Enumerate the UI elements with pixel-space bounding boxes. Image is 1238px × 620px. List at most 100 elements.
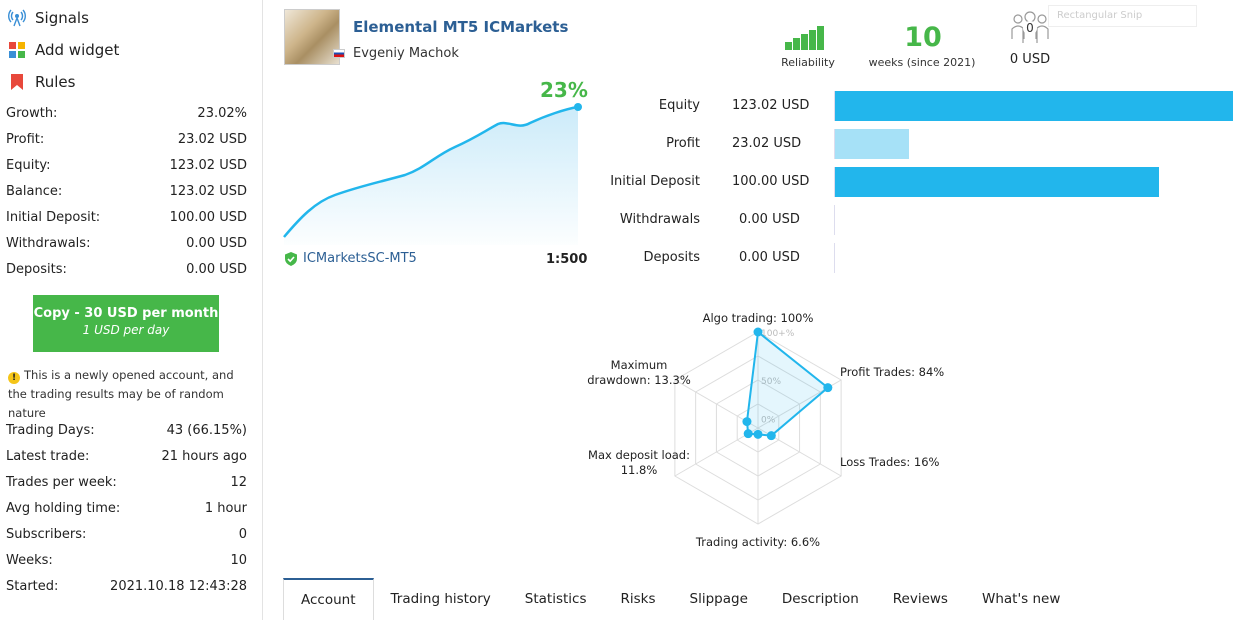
balance-bar-axis — [834, 205, 835, 235]
account-stat-label: Growth: — [6, 106, 58, 121]
copy-button-daily-price: 1 USD per day — [82, 323, 170, 337]
trading-detail-label: Trading Days: — [6, 423, 95, 438]
trading-detail-value: 0 — [238, 527, 247, 542]
account-stat-label: Profit: — [6, 132, 45, 147]
growth-percent: 23% — [540, 78, 588, 102]
weeks-value: 10 — [904, 22, 942, 53]
account-stat-row: Equity: 123.02 USD — [6, 158, 247, 173]
trading-detail-label: Latest trade: — [6, 449, 90, 464]
broker-server[interactable]: ICMarketsSC-MT5 — [284, 251, 417, 266]
account-stat-value: 23.02 USD — [177, 132, 247, 147]
reliability-label: Reliability — [781, 56, 835, 69]
tab-statistics[interactable]: Statistics — [508, 578, 604, 620]
weeks-label: weeks (since 2021) — [868, 56, 976, 69]
radar-data-point — [742, 417, 752, 427]
trading-detail-value: 12 — [230, 475, 247, 490]
widget-grid-icon — [6, 40, 28, 60]
reliability-bars-icon — [785, 26, 833, 50]
balance-bar-label: Deposits — [643, 250, 700, 265]
radar-chart: 100+%50%0%Algo trading: 100%Profit Trade… — [587, 311, 944, 549]
account-stat-row: Initial Deposit: 100.00 USD — [6, 210, 247, 225]
balance-bar-value: 0.00 USD — [739, 212, 800, 227]
trading-detail-label: Trades per week: — [6, 475, 117, 490]
warning-icon: ! — [8, 372, 20, 384]
signal-title[interactable]: Elemental MT5 ICMarkets — [353, 18, 568, 36]
radar-axis-label: Loss Trades: 16% — [840, 455, 940, 469]
trading-detail-label: Started: — [6, 579, 59, 594]
trading-detail-row: Latest trade: 21 hours ago — [6, 449, 247, 464]
warning-text: This is a newly opened account, and the … — [8, 368, 234, 420]
account-stat-label: Balance: — [6, 184, 63, 199]
nav-rules-label: Rules — [35, 73, 76, 91]
radar-data-point — [743, 429, 753, 439]
subscribers-count: 0 — [1023, 21, 1037, 35]
balance-bar[interactable] — [835, 91, 1233, 121]
trading-detail-row: Avg holding time: 1 hour — [6, 501, 247, 516]
balance-bar-label: Profit — [666, 136, 700, 151]
tab-what-s-new[interactable]: What's new — [965, 578, 1077, 620]
balance-bar-label: Equity — [658, 98, 700, 113]
account-stat-row: Withdrawals: 0.00 USD — [6, 236, 247, 251]
nav-add-widget-label: Add widget — [35, 41, 120, 59]
growth-end-point — [574, 103, 582, 111]
radar-axis-label: Profit Trades: 84% — [840, 365, 944, 379]
nav-signals[interactable]: Signals — [6, 6, 89, 30]
signal-avatar[interactable] — [284, 9, 340, 65]
account-stat-value: 0.00 USD — [186, 236, 247, 251]
radar-data-point — [753, 327, 763, 337]
account-stat-label: Withdrawals: — [6, 236, 91, 251]
trading-detail-row: Started: 2021.10.18 12:43:28 — [6, 579, 247, 594]
russia-flag-icon — [333, 49, 345, 58]
author-name[interactable]: Evgeniy Machok — [353, 46, 459, 61]
radar-data-point — [766, 431, 776, 441]
growth-chart[interactable] — [280, 100, 585, 245]
account-stat-value: 23.02% — [197, 106, 247, 121]
subscribers-icon: 0 — [1010, 9, 1050, 45]
nav-rules[interactable]: Rules — [6, 70, 75, 94]
balance-bar-label: Withdrawals — [619, 212, 700, 227]
balance-bar-axis — [834, 243, 835, 273]
trading-detail-value: 43 (66.15%) — [166, 423, 247, 438]
balance-bar[interactable] — [835, 167, 1159, 197]
trading-detail-value: 10 — [230, 553, 247, 568]
balance-bar-value: 23.02 USD — [732, 136, 802, 151]
balance-bar[interactable] — [835, 129, 910, 159]
balance-bar-value: 123.02 USD — [732, 98, 810, 113]
signal-antenna-icon — [6, 8, 28, 28]
account-stat-row: Balance: 123.02 USD — [6, 184, 247, 199]
tab-description[interactable]: Description — [765, 578, 876, 620]
signal-tabs: Account Trading history Statistics Risks Sli… — [283, 578, 1077, 620]
tab-trading-history[interactable]: Trading history — [374, 578, 508, 620]
bookmark-icon — [6, 72, 28, 92]
trading-detail-row: Weeks: 10 — [6, 553, 247, 568]
growth-area — [284, 107, 578, 245]
nav-add-widget[interactable]: Add widget — [6, 38, 119, 62]
trading-detail-label: Avg holding time: — [6, 501, 121, 516]
tab-risks[interactable]: Risks — [604, 578, 673, 620]
tab-account[interactable]: Account — [283, 578, 374, 620]
trading-detail-row: Subscribers: 0 — [6, 527, 247, 542]
trading-detail-value: 1 hour — [204, 501, 247, 516]
radar-axis-label: Maximum drawdown: 13.3% — [587, 358, 691, 387]
broker-name: ICMarketsSC-MT5 — [303, 251, 417, 266]
tab-slippage[interactable]: Slippage — [673, 578, 765, 620]
balance-bar-label: Initial Deposit — [610, 174, 700, 189]
copy-subscribe-button[interactable]: Copy - 30 USD per month 1 USD per day — [33, 295, 219, 352]
account-stat-row: Deposits: 0.00 USD — [6, 262, 247, 277]
account-stat-value: 0.00 USD — [186, 262, 247, 277]
radar-axis-label: Algo trading: 100% — [703, 311, 814, 325]
rectangular-snip-overlay[interactable]: Rectangular Snip — [1048, 5, 1197, 27]
trading-detail-label: Weeks: — [6, 553, 53, 568]
account-stat-value: 123.02 USD — [169, 158, 247, 173]
tab-reviews[interactable]: Reviews — [876, 578, 965, 620]
radar-axis-label: Trading activity: 6.6% — [695, 535, 820, 549]
trading-detail-value: 21 hours ago — [161, 449, 247, 464]
balance-bar-value: 100.00 USD — [732, 174, 810, 189]
verified-shield-icon — [285, 251, 297, 266]
trading-detail-label: Subscribers: — [6, 527, 87, 542]
copy-button-price: Copy - 30 USD per month — [33, 306, 219, 321]
account-stat-value: 123.02 USD — [169, 184, 247, 199]
account-stat-label: Equity: — [6, 158, 51, 173]
radar-data-area — [745, 330, 830, 437]
new-account-warning: ! This is a newly opened account, and the… — [8, 366, 253, 423]
